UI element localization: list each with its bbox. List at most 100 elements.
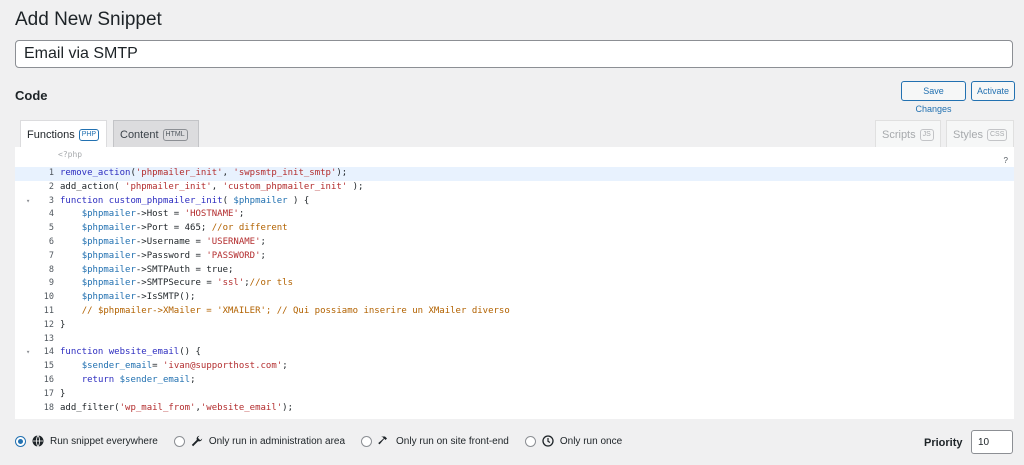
code-token: (: [222, 195, 234, 206]
code-line[interactable]: 10 $phpmailer->IsSMTP();: [15, 291, 1014, 305]
code-token: 'HOSTNAME': [184, 209, 239, 220]
code-line[interactable]: 15 $sender_email= 'ivan@supporthost.com'…: [15, 360, 1014, 374]
code-token: remove_action: [60, 168, 131, 178]
code-text: add_action( 'phpmailer_init', 'custom_ph…: [60, 181, 363, 195]
scope-radio[interactable]: [173, 435, 185, 447]
line-number: 17: [43, 388, 54, 399]
code-token: 'custom_phpmailer_init': [222, 181, 348, 192]
code-token: }: [60, 319, 66, 330]
php-opening-hint: <?php: [58, 150, 83, 159]
code-line[interactable]: 11 // $phpmailer->XMailer = 'XMAILER'; /…: [15, 305, 1014, 319]
line-number: 5: [48, 223, 54, 234]
code-token: ->IsSMTP();: [135, 292, 196, 303]
line-number: 2: [48, 181, 54, 192]
tab-badge: PHP: [78, 128, 100, 141]
code-line[interactable]: 6 $phpmailer->Username = 'USERNAME';: [15, 236, 1014, 250]
code-text: $phpmailer->SMTPSecure = 'ssl';//or tls: [60, 277, 293, 291]
code-token: $sender_email: [81, 361, 153, 372]
code-token: function website_email: [60, 347, 180, 358]
code-token: ;: [238, 209, 245, 220]
code-token: ->Host =: [135, 209, 185, 220]
code-token: ->Username =: [135, 236, 207, 247]
activate-button[interactable]: Activate: [971, 81, 1015, 101]
code-token: 'wp_mail_from': [119, 402, 196, 413]
code-text: function custom_phpmailer_init( $phpmail…: [60, 195, 309, 209]
line-number: 3: [48, 195, 54, 206]
tab-functions[interactable]: Functions PHP: [20, 120, 107, 148]
code-text: return $sender_email;: [60, 374, 196, 388]
code-line[interactable]: 7 $phpmailer->Password = 'PASSWORD';: [15, 250, 1014, 264]
code-token: ->SMTPSecure =: [135, 278, 218, 289]
scope-radio[interactable]: [524, 435, 536, 447]
scope-radio[interactable]: [15, 435, 26, 447]
scope-option-once[interactable]: Only run once: [524, 435, 623, 447]
scope-label: Only run once: [559, 435, 623, 447]
code-text: function website_email() {: [60, 346, 201, 360]
code-line[interactable]: 8 $phpmailer->SMTPAuth = true;: [15, 264, 1014, 278]
tab-content[interactable]: Content HTML: [113, 120, 199, 148]
code-editor[interactable]: <?php ? 1 remove_action('phpmailer_init',…: [15, 147, 1014, 419]
code-text: $sender_email= 'ivan@supporthost.com';: [60, 360, 288, 374]
code-line[interactable]: 17}: [15, 388, 1014, 402]
save-changes-button[interactable]: Save Changes: [901, 81, 966, 114]
code-line[interactable]: 13: [15, 333, 1014, 347]
line-number: 8: [48, 264, 54, 275]
scope-radio[interactable]: [361, 435, 373, 447]
code-line[interactable]: ▾ 14 function website_email() {: [15, 346, 1014, 360]
code-text: $phpmailer->IsSMTP();: [60, 291, 196, 305]
code-token: ;: [260, 250, 266, 261]
line-number: 18: [43, 402, 54, 413]
code-token: 'swpsmtp_init_smtp': [233, 168, 337, 178]
line-number: 15: [43, 361, 54, 372]
code-token: //or tls: [249, 278, 294, 289]
code-token: $phpmailer: [233, 195, 288, 206]
clock-icon: [542, 435, 554, 447]
code-token: $phpmailer: [81, 236, 136, 247]
code-heading: Code: [15, 88, 48, 103]
line-number: 12: [43, 319, 54, 330]
code-line[interactable]: 1 remove_action('phpmailer_init', 'swpsmt…: [15, 167, 1014, 181]
code-token: );: [336, 168, 348, 178]
code-text: remove_action('phpmailer_init', 'swpsmtp…: [60, 167, 347, 181]
code-line[interactable]: 9 $phpmailer->SMTPSecure = 'ssl';//or tl…: [15, 277, 1014, 291]
line-number: 13: [43, 333, 54, 344]
code-line[interactable]: ▾ 3 function custom_phpmailer_init( $phpma…: [15, 195, 1014, 209]
scope-option-everywhere[interactable]: Run snippet everywhere: [15, 435, 158, 447]
line-number: 11: [43, 305, 54, 316]
code-token: $phpmailer: [81, 292, 136, 303]
code-text: $phpmailer->Port = 465; //or different: [60, 222, 288, 236]
code-token: ->Port = 465;: [135, 223, 212, 234]
tab-styles[interactable]: Styles CSS: [946, 120, 1014, 148]
help-mark[interactable]: ?: [1004, 156, 1008, 165]
scope-option-admin[interactable]: Only run in administration area: [173, 435, 345, 447]
line-number: 9: [48, 278, 54, 289]
scope-option-frontend[interactable]: Only run on site front-end: [361, 435, 509, 447]
code-token: 'USERNAME': [206, 236, 261, 247]
code-line[interactable]: 12}: [15, 319, 1014, 333]
scope-label: Run snippet everywhere: [50, 435, 158, 447]
code-token: add_action(: [60, 181, 126, 192]
snippet-title-input[interactable]: [15, 40, 1013, 68]
code-token: ;: [282, 361, 288, 372]
line-number: 1: [48, 168, 54, 178]
code-token: ->SMTPAuth = true;: [135, 264, 234, 275]
priority-input[interactable]: [971, 430, 1013, 454]
line-number: 4: [48, 209, 54, 220]
code-token: );: [282, 402, 294, 413]
code-line[interactable]: 16 return $sender_email;: [15, 374, 1014, 388]
line-number: 6: [48, 236, 54, 247]
tab-label: Scripts: [882, 128, 916, 141]
code-line[interactable]: 2 add_action( 'phpmailer_init', 'custom_p…: [15, 181, 1014, 195]
code-token: return: [81, 374, 120, 385]
tab-scripts[interactable]: Scripts JS: [875, 120, 941, 148]
code-line[interactable]: 5 $phpmailer->Port = 465; //or different: [15, 222, 1014, 236]
code-token: $phpmailer: [81, 250, 136, 261]
code-line[interactable]: 4 $phpmailer->Host = 'HOSTNAME';: [15, 208, 1014, 222]
scope-options: Run snippet everywhere Only run in admin…: [15, 433, 638, 449]
code-token: 'website_email': [200, 402, 283, 413]
code-line[interactable]: 18 add_filter('wp_mail_from','website_ema…: [15, 402, 1014, 416]
